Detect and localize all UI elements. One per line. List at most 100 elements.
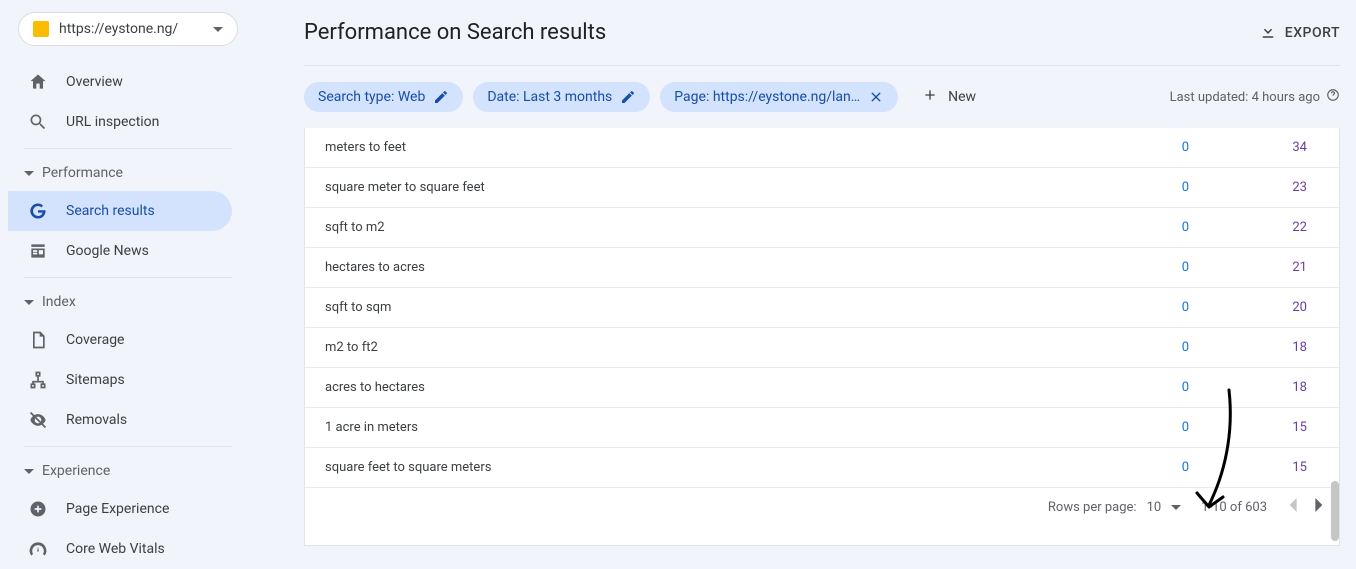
new-filter-label: New	[948, 89, 976, 105]
sidebar-item-label: Core Web Vitals	[66, 541, 165, 557]
impressions-cell: 18	[1189, 340, 1319, 355]
google-icon	[28, 201, 48, 221]
chevron-down-icon	[213, 21, 223, 37]
sidebar: https://eystone.ng/ Overview URL inspect…	[0, 0, 256, 546]
query-cell: 1 acre in meters	[325, 420, 1059, 435]
close-icon[interactable]	[868, 89, 884, 105]
queries-table: meters to feet 0 34 square meter to squa…	[304, 128, 1340, 546]
table-row[interactable]: meters to feet 0 34	[305, 128, 1339, 168]
rows-per-page-value: 10	[1147, 500, 1162, 515]
sidebar-item-google-news[interactable]: Google News	[8, 231, 232, 271]
add-filter-button[interactable]: New	[908, 80, 990, 114]
scrollbar-thumb[interactable]	[1331, 481, 1339, 541]
sidebar-item-label: Removals	[66, 412, 127, 428]
impressions-cell: 34	[1189, 140, 1319, 155]
chevron-down-icon	[1171, 500, 1181, 515]
sidebar-section-performance[interactable]: Performance	[8, 155, 248, 191]
sidebar-item-search-results[interactable]: Search results	[8, 191, 232, 231]
impressions-cell: 22	[1189, 220, 1319, 235]
plus-icon	[922, 87, 938, 107]
site-selector[interactable]: https://eystone.ng/	[18, 12, 238, 46]
clicks-cell: 0	[1059, 420, 1189, 435]
next-page-button[interactable]	[1315, 498, 1325, 516]
table-footer: Rows per page: 10 1-10 of 603	[305, 488, 1339, 526]
sidebar-item-label: Coverage	[66, 332, 124, 348]
filter-chip-date[interactable]: Date: Last 3 months	[473, 82, 650, 112]
last-updated: Last updated: 4 hours ago	[1170, 88, 1340, 106]
sidebar-item-url-inspection[interactable]: URL inspection	[8, 102, 232, 142]
sidebar-item-label: Sitemaps	[66, 372, 125, 388]
clicks-cell: 0	[1059, 300, 1189, 315]
download-icon	[1259, 22, 1277, 44]
site-url: https://eystone.ng/	[59, 21, 203, 37]
sidebar-item-label: Page Experience	[66, 501, 169, 517]
sidebar-section-index[interactable]: Index	[8, 284, 248, 320]
coverage-icon	[28, 330, 48, 350]
table-row[interactable]: m2 to ft2 0 18	[305, 328, 1339, 368]
pencil-icon	[433, 89, 449, 105]
sidebar-item-label: Search results	[66, 203, 155, 219]
sidebar-item-label: Overview	[66, 74, 123, 90]
sidebar-item-removals[interactable]: Removals	[8, 400, 232, 440]
filters-row: Search type: Web Date: Last 3 months Pag…	[304, 66, 1340, 128]
query-cell: sqft to m2	[325, 220, 1059, 235]
prev-page-button[interactable]	[1287, 498, 1297, 516]
sidebar-separator	[24, 148, 232, 149]
clicks-cell: 0	[1059, 380, 1189, 395]
pagination-range: 1-10 of 603	[1201, 500, 1267, 515]
clicks-cell: 0	[1059, 460, 1189, 475]
main-content: Performance on Search results EXPORT Sea…	[256, 0, 1356, 546]
impressions-cell: 15	[1189, 420, 1319, 435]
clicks-cell: 0	[1059, 340, 1189, 355]
sidebar-item-core-web-vitals[interactable]: Core Web Vitals	[8, 529, 232, 569]
sidebar-item-sitemaps[interactable]: Sitemaps	[8, 360, 232, 400]
help-icon[interactable]	[1326, 88, 1340, 106]
impressions-cell: 15	[1189, 460, 1319, 475]
clicks-cell: 0	[1059, 220, 1189, 235]
export-button[interactable]: EXPORT	[1259, 22, 1340, 44]
page-header: Performance on Search results EXPORT	[304, 20, 1340, 66]
table-row[interactable]: sqft to sqm 0 20	[305, 288, 1339, 328]
impressions-cell: 21	[1189, 260, 1319, 275]
table-row[interactable]: hectares to acres 0 21	[305, 248, 1339, 288]
query-cell: square meter to square feet	[325, 180, 1059, 195]
scrollbar[interactable]	[1331, 128, 1339, 545]
removals-icon	[28, 410, 48, 430]
sitemaps-icon	[28, 370, 48, 390]
query-cell: m2 to ft2	[325, 340, 1059, 355]
table-row[interactable]: square meter to square feet 0 23	[305, 168, 1339, 208]
rows-per-page[interactable]: Rows per page: 10	[1048, 500, 1181, 515]
chip-label: Page: https://eystone.ng/lan…	[674, 89, 860, 105]
page-title: Performance on Search results	[304, 20, 606, 45]
chevron-down-icon	[24, 294, 34, 310]
chevron-down-icon	[24, 165, 34, 181]
sidebar-item-coverage[interactable]: Coverage	[8, 320, 232, 360]
query-cell: meters to feet	[325, 140, 1059, 155]
table-row[interactable]: 1 acre in meters 0 15	[305, 408, 1339, 448]
sidebar-item-page-experience[interactable]: Page Experience	[8, 489, 232, 529]
circle-plus-icon	[28, 499, 48, 519]
news-icon	[28, 241, 48, 261]
filter-chip-page[interactable]: Page: https://eystone.ng/lan…	[660, 82, 898, 112]
sidebar-section-label: Performance	[42, 165, 123, 181]
sidebar-item-label: Google News	[66, 243, 149, 259]
search-icon	[28, 112, 48, 132]
sidebar-section-experience[interactable]: Experience	[8, 453, 248, 489]
sidebar-item-overview[interactable]: Overview	[8, 62, 232, 102]
table-row[interactable]: acres to hectares 0 18	[305, 368, 1339, 408]
sidebar-section-label: Index	[42, 294, 76, 310]
clicks-cell: 0	[1059, 260, 1189, 275]
table-row[interactable]: square feet to square meters 0 15	[305, 448, 1339, 488]
sidebar-separator	[24, 277, 232, 278]
pager	[1287, 498, 1325, 516]
speed-icon	[28, 539, 48, 559]
home-icon	[28, 72, 48, 92]
table-row[interactable]: sqft to m2 0 22	[305, 208, 1339, 248]
filter-chip-search-type[interactable]: Search type: Web	[304, 82, 463, 112]
rows-per-page-label: Rows per page:	[1048, 500, 1137, 515]
impressions-cell: 23	[1189, 180, 1319, 195]
chip-label: Date: Last 3 months	[487, 89, 612, 105]
query-cell: hectares to acres	[325, 260, 1059, 275]
pencil-icon	[620, 89, 636, 105]
sidebar-separator	[24, 446, 232, 447]
